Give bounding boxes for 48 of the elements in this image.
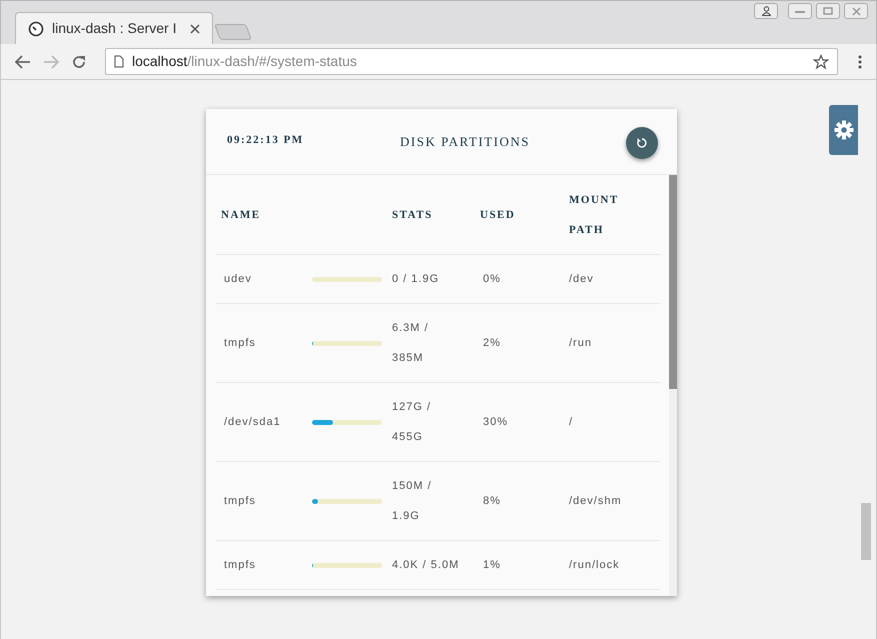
table-cell-text: tmpfs [223,336,257,351]
table-cell-text: tmpfs [223,494,257,509]
table-cell-text: 6.3M / 385M [392,321,430,366]
reload-icon[interactable] [71,54,87,70]
table-cell-text: /dev/shm [569,494,623,509]
card-title: DISK PARTITIONS [400,133,530,151]
close-icon [852,6,860,16]
table-cell-text: /run [569,336,593,351]
gauge-icon [28,20,44,36]
table-cell-text: 1% [482,558,502,573]
maximize-icon [823,7,833,15]
table-cell-text: 0% [482,272,502,287]
table-cell-text: 4.0K / 5.0M [392,558,460,573]
profile-button[interactable] [754,3,778,19]
url-text: localhost/linux-dash/#/system-status [132,52,357,71]
person-icon [762,6,770,16]
table-cell-text: 30% [482,414,510,430]
table-cell-text: / [569,414,574,430]
table-cell-text: 127G / 455G [392,400,432,445]
table-cell-text: udev [223,272,253,287]
settings-icon [834,120,854,140]
column-header: MOUNT PATH [569,192,620,238]
tab-title: linux-dash : Server I [52,19,176,38]
scrollbar-thumb[interactable] [669,175,677,389]
table-cell-text: /dev/sda1 [223,414,282,430]
minimize-icon [795,10,805,12]
table-cell-text: 150M / 1.9G [392,479,433,524]
clock-time: 09:22:13 PM [227,133,305,148]
refresh-icon [636,137,648,149]
table-cell-text: /dev [569,272,595,287]
menu-icon[interactable] [858,54,862,68]
page-icon [114,55,124,68]
browser-tab[interactable]: linux-dash : Server I [15,12,213,44]
table-cell-text: /run/lock [569,558,621,573]
star-icon[interactable] [813,54,829,70]
table-cell-text: 2% [482,336,502,351]
address-bar[interactable]: localhost/linux-dash/#/system-status [105,48,838,75]
column-header: STATS [392,208,434,222]
table-cell-text: 0 / 1.9G [392,272,440,287]
column-header: NAME [220,208,262,222]
close-icon[interactable] [190,24,200,34]
refresh-button[interactable] [626,127,658,159]
back-icon[interactable] [15,54,31,68]
table-cell-text: tmpfs [223,558,257,573]
scrollbar-thumb[interactable] [861,503,871,560]
settings-button[interactable] [829,105,858,155]
table-cell-text: 8% [482,494,502,509]
column-header: USED [480,208,516,222]
